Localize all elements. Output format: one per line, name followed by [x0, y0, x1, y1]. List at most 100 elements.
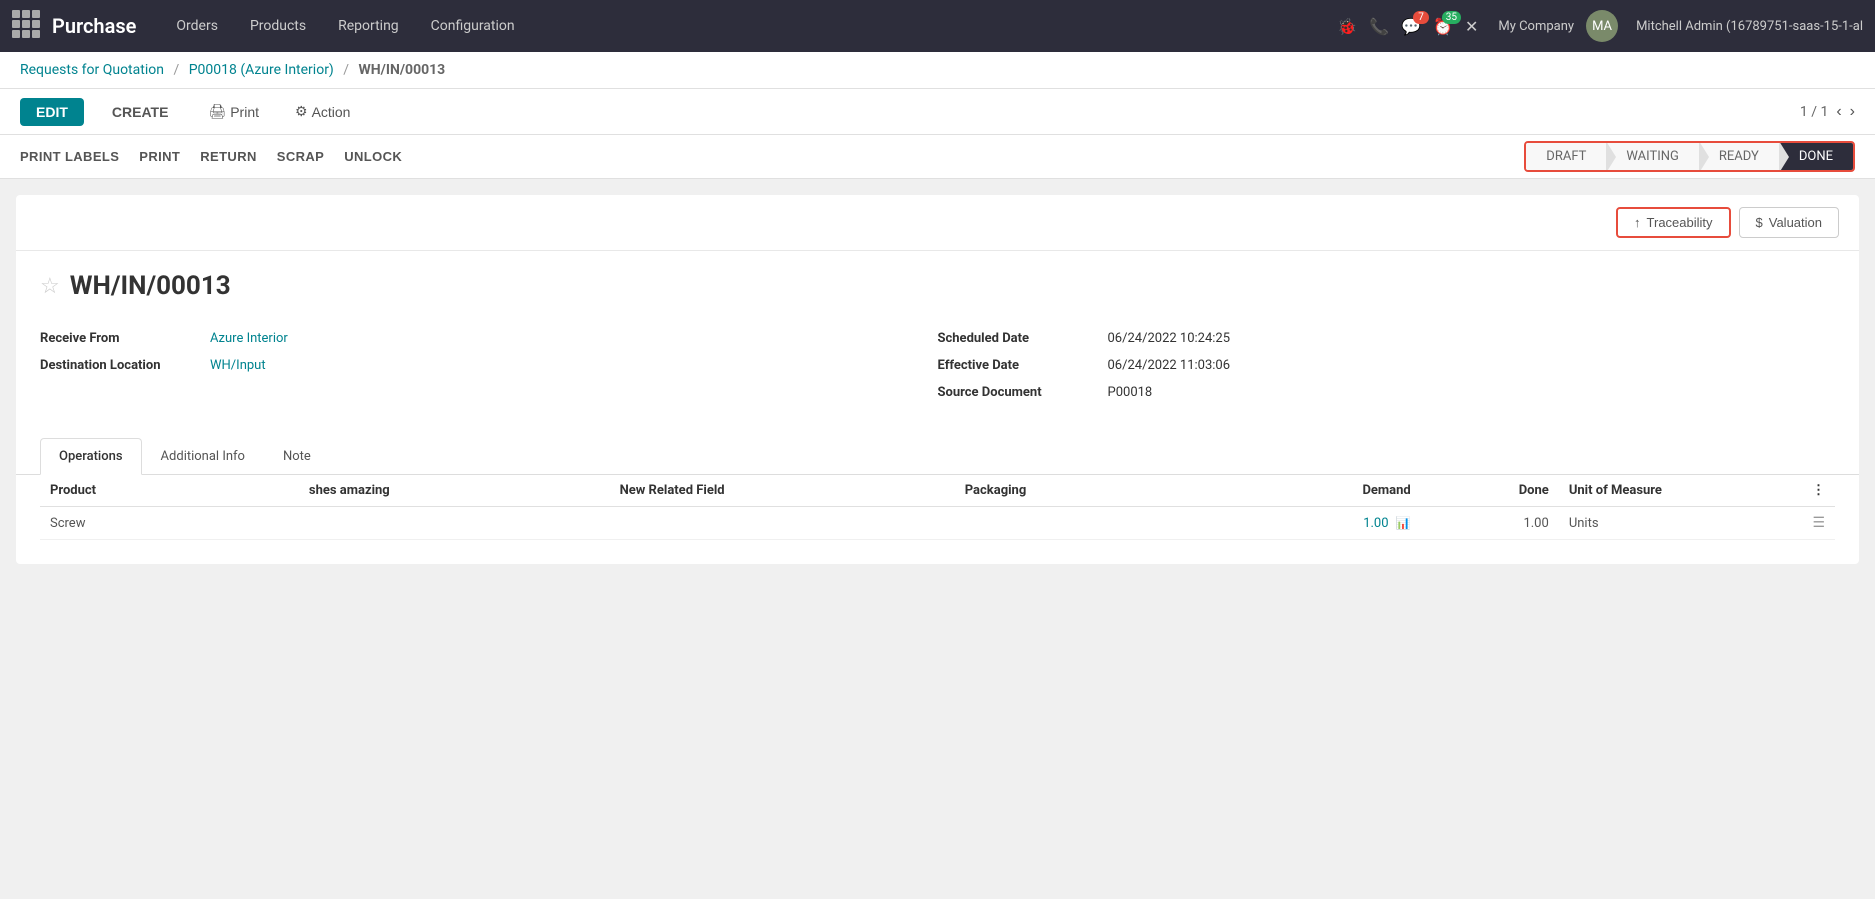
create-button[interactable]: CREATE — [96, 98, 185, 126]
return-button[interactable]: RETURN — [200, 145, 257, 168]
col-header-actions: ⋮ — [1766, 475, 1835, 507]
effective-date-value: 06/24/2022 11:03:06 — [1108, 358, 1231, 373]
cell-demand: 1.00 📊 — [1214, 507, 1421, 540]
secondary-bar: PRINT LABELS PRINT RETURN SCRAP UNLOCK D… — [0, 135, 1875, 179]
scrap-button[interactable]: SCRAP — [277, 145, 324, 168]
column-options-icon[interactable]: ⋮ — [1812, 483, 1825, 498]
activity-icon[interactable]: ⏰ 35 — [1433, 17, 1453, 36]
print-labels-button[interactable]: PRINT LABELS — [20, 145, 119, 168]
main-content: ↑ Traceability $ Valuation ☆ WH/IN/00013… — [0, 179, 1875, 588]
topnav-icons: 🐞 📞 💬 7 ⏰ 35 ✕ My Company MA Mitchell Ad… — [1337, 10, 1863, 42]
receive-from-row: Receive From Azure Interior — [40, 325, 938, 352]
col-header-product: Product — [40, 475, 299, 507]
tabs-bar: Operations Additional Info Note — [16, 438, 1859, 475]
cell-product[interactable]: Screw — [40, 507, 299, 540]
record-title-row: ☆ WH/IN/00013 — [40, 271, 1835, 301]
breadcrumb-sep2: / — [343, 62, 352, 78]
scheduled-date-row: Scheduled Date 06/24/2022 10:24:25 — [938, 325, 1836, 352]
destination-label: Destination Location — [40, 358, 210, 373]
status-waiting[interactable]: WAITING — [1606, 143, 1699, 170]
phone-icon[interactable]: 📞 — [1369, 17, 1389, 36]
operations-table-wrap: Product shes amazing New Related Field P… — [16, 475, 1859, 564]
print-button-2[interactable]: PRINT — [139, 145, 180, 168]
col-header-related: New Related Field — [610, 475, 955, 507]
edit-button[interactable]: EDIT — [20, 98, 84, 126]
print-button[interactable]: 🖨 Print — [196, 97, 271, 126]
debug-icon[interactable]: 🐞 — [1337, 17, 1357, 36]
tab-additional-info[interactable]: Additional Info — [142, 438, 264, 475]
chat-badge: 7 — [1413, 11, 1429, 24]
row-detail-icon[interactable]: ☰ — [1812, 515, 1825, 531]
brand-label[interactable]: Purchase — [52, 14, 136, 38]
action-button[interactable]: ⚙ Action — [283, 97, 362, 126]
valuation-button[interactable]: $ Valuation — [1739, 207, 1839, 238]
record-header: ☆ WH/IN/00013 Receive From Azure Interio… — [16, 251, 1859, 438]
cell-related[interactable] — [610, 507, 955, 540]
status-pipeline: DRAFT WAITING READY DONE — [1524, 141, 1855, 172]
col-header-demand: Demand — [1214, 475, 1421, 507]
gear-icon: ⚙ — [295, 103, 308, 120]
cell-packaging[interactable] — [955, 507, 1214, 540]
menu-reporting[interactable]: Reporting — [322, 0, 415, 52]
fields-left: Receive From Azure Interior Destination … — [40, 325, 938, 406]
unlock-button[interactable]: UNLOCK — [344, 145, 402, 168]
breadcrumb-sep1: / — [173, 62, 182, 78]
fields-grid: Receive From Azure Interior Destination … — [40, 325, 1835, 422]
col-header-shes: shes amazing — [299, 475, 610, 507]
dollar-icon: $ — [1756, 215, 1763, 230]
demand-value: 1.00 — [1363, 516, 1388, 531]
user-name: Mitchell Admin (16789751-saas-15-1-al — [1636, 19, 1863, 34]
record-title: WH/IN/00013 — [70, 271, 231, 301]
source-doc-row: Source Document P00018 — [938, 379, 1836, 406]
menu-orders[interactable]: Orders — [160, 0, 234, 52]
cell-shes[interactable] — [299, 507, 610, 540]
table-row: Screw 1.00 📊 1.00 Units ☰ — [40, 507, 1835, 540]
effective-date-row: Effective Date 06/24/2022 11:03:06 — [938, 352, 1836, 379]
apps-icon[interactable] — [12, 10, 44, 42]
next-record-button[interactable]: › — [1850, 103, 1855, 121]
receive-from-value[interactable]: Azure Interior — [210, 331, 288, 346]
cell-done[interactable]: 1.00 — [1421, 507, 1559, 540]
receive-from-label: Receive From — [40, 331, 210, 346]
status-done[interactable]: DONE — [1779, 143, 1853, 170]
breadcrumb-current: WH/IN/00013 — [359, 62, 446, 78]
activity-badge: 35 — [1442, 11, 1461, 24]
prev-record-button[interactable]: ‹ — [1836, 103, 1841, 121]
top-navigation: Purchase Orders Products Reporting Confi… — [0, 0, 1875, 52]
status-ready[interactable]: READY — [1699, 143, 1779, 170]
traceability-button[interactable]: ↑ Traceability — [1616, 207, 1730, 238]
avatar[interactable]: MA — [1586, 10, 1618, 42]
secondary-actions: PRINT LABELS PRINT RETURN SCRAP UNLOCK — [20, 145, 402, 168]
tab-operations[interactable]: Operations — [40, 438, 142, 475]
record-card: ↑ Traceability $ Valuation ☆ WH/IN/00013… — [16, 195, 1859, 564]
status-draft[interactable]: DRAFT — [1526, 143, 1606, 170]
pagination-controls: 1 / 1 ‹ › — [1800, 103, 1855, 121]
menu-configuration[interactable]: Configuration — [415, 0, 531, 52]
menu-products[interactable]: Products — [234, 0, 322, 52]
col-header-done: Done — [1421, 475, 1559, 507]
col-header-uom: Unit of Measure — [1559, 475, 1766, 507]
effective-date-label: Effective Date — [938, 358, 1108, 373]
source-doc-label: Source Document — [938, 385, 1108, 400]
scheduled-date-value: 06/24/2022 10:24:25 — [1108, 331, 1231, 346]
breadcrumb: Requests for Quotation / P00018 (Azure I… — [0, 52, 1875, 89]
cell-row-actions: ☰ — [1766, 507, 1835, 540]
tab-note[interactable]: Note — [264, 438, 330, 475]
breadcrumb-rfq[interactable]: Requests for Quotation — [20, 62, 164, 78]
top-menu: Orders Products Reporting Configuration — [160, 0, 530, 52]
fields-right: Scheduled Date 06/24/2022 10:24:25 Effec… — [938, 325, 1836, 406]
col-header-packaging: Packaging — [955, 475, 1214, 507]
cell-uom[interactable]: Units — [1559, 507, 1766, 540]
destination-value[interactable]: WH/Input — [210, 358, 266, 373]
favorite-star-icon[interactable]: ☆ — [40, 274, 60, 299]
breadcrumb-po[interactable]: P00018 (Azure Interior) — [189, 62, 334, 78]
source-doc-value: P00018 — [1108, 385, 1153, 400]
forecast-chart-icon[interactable]: 📊 — [1396, 516, 1411, 530]
upload-icon: ↑ — [1634, 215, 1641, 230]
scheduled-date-label: Scheduled Date — [938, 331, 1108, 346]
destination-row: Destination Location WH/Input — [40, 352, 938, 379]
chat-icon[interactable]: 💬 7 — [1401, 17, 1421, 36]
company-name[interactable]: My Company — [1498, 19, 1574, 34]
action-bar: EDIT CREATE 🖨 Print ⚙ Action 1 / 1 ‹ › — [0, 89, 1875, 135]
settings-icon[interactable]: ✕ — [1465, 17, 1478, 36]
